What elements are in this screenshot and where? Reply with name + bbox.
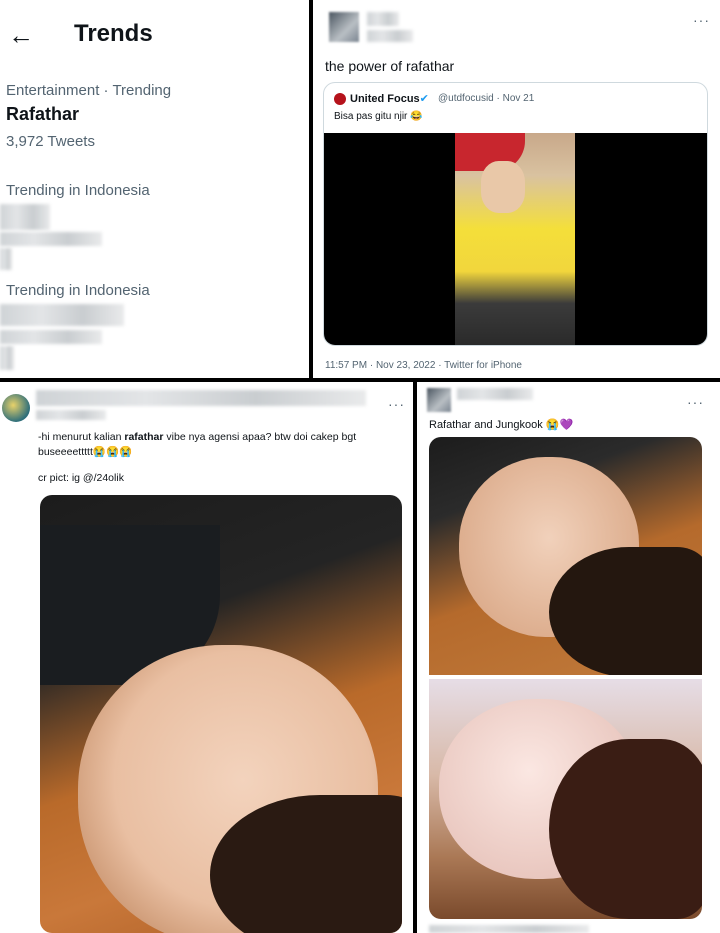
avatar[interactable]: [329, 12, 359, 42]
quoted-tweet[interactable]: United Focus✔ @utdfocusid · Nov 21 Bisa …: [323, 82, 708, 346]
verified-badge-icon: ✔: [419, 93, 429, 105]
quoted-text: Bisa pas gitu njir 😂: [334, 111, 423, 122]
tweet-timestamp[interactable]: 11:57 PM · Nov 23, 2022 · Twitter for iP…: [325, 360, 522, 371]
avatar[interactable]: [2, 394, 30, 422]
photo-credit: cr pict: ig @/24olik: [38, 472, 124, 484]
more-options-icon[interactable]: ···: [693, 12, 710, 28]
more-options-icon[interactable]: ···: [687, 394, 704, 410]
redacted-trend: [0, 304, 124, 326]
trend-category: Entertainment · Trending: [6, 82, 172, 99]
hair-graphic: [549, 739, 702, 919]
profile-logo-icon: [334, 93, 346, 105]
arrow-left-icon[interactable]: ←: [8, 22, 34, 48]
highlight-keyword: rafathar: [124, 431, 164, 443]
redacted-username: [367, 12, 399, 26]
redacted-trend: [0, 330, 102, 344]
quoted-author-name: United Focus✔: [350, 93, 429, 105]
video-frame: [455, 133, 575, 345]
hair-graphic: [549, 547, 702, 675]
redacted-username: [36, 390, 366, 406]
video-player[interactable]: [324, 133, 707, 345]
tweet-photo-1[interactable]: [429, 437, 702, 675]
redacted-username: [457, 388, 533, 400]
avatar[interactable]: [427, 388, 451, 412]
trend-section-label: Trending in Indonesia: [6, 282, 150, 299]
trends-panel: ← Trends Entertainment · Trending Rafath…: [0, 0, 309, 378]
trend-name[interactable]: Rafathar: [6, 104, 79, 125]
redacted-trend: [0, 204, 50, 230]
tweet-text: -hi menurut kalian rafathar vibe nya age…: [38, 431, 357, 458]
redacted-trend: [0, 346, 14, 370]
trend-tweet-count: 3,972 Tweets: [6, 133, 95, 150]
tweet-text: the power of rafathar: [325, 58, 455, 74]
redacted-handle: [367, 30, 413, 42]
tweet-photo[interactable]: [40, 495, 402, 933]
tweet-card[interactable]: ··· -hi menurut kalian rafathar vibe nya…: [0, 382, 413, 933]
redacted-trend: [0, 232, 102, 246]
tweet-card[interactable]: ··· the power of rafathar United Focus✔ …: [313, 0, 720, 378]
page-title: Trends: [74, 20, 153, 47]
redacted-timestamp: [429, 925, 589, 933]
child-face-graphic: [481, 161, 525, 213]
trend-section-label: Trending in Indonesia: [6, 182, 150, 199]
tweet-photo-2[interactable]: [429, 679, 702, 919]
redacted-handle: [36, 410, 106, 420]
tweet-card[interactable]: ··· Rafathar and Jungkook 😭💜: [417, 382, 720, 933]
redacted-trend: [0, 248, 12, 270]
quoted-handle-date: @utdfocusid · Nov 21: [438, 93, 535, 104]
tweet-text: Rafathar and Jungkook 😭💜: [429, 419, 574, 431]
more-options-icon[interactable]: ···: [388, 396, 405, 412]
